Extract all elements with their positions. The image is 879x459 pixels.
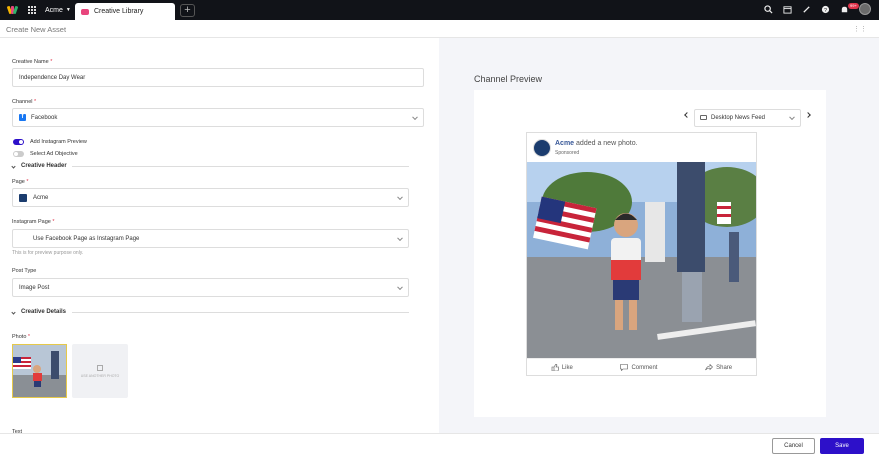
- post-header: Acme added a new photo.: [555, 140, 638, 147]
- divider: [72, 312, 409, 313]
- share-icon: [705, 364, 714, 371]
- user-avatar[interactable]: [859, 3, 871, 15]
- page-name: Acme: [555, 140, 575, 147]
- creative-name-input[interactable]: Independence Day Wear: [12, 68, 424, 87]
- page-select[interactable]: Acme: [12, 188, 409, 207]
- share-label: Share: [716, 364, 733, 371]
- thumbs-up-icon: [551, 364, 559, 371]
- post-image: [527, 162, 756, 358]
- share-button[interactable]: Share: [705, 364, 732, 371]
- label-text: Page: [12, 179, 25, 185]
- creative-header-section-toggle[interactable]: Creative Header: [11, 163, 67, 169]
- instagram-hint: This is for preview purpose only.: [12, 250, 84, 256]
- comment-button[interactable]: Comment: [620, 364, 657, 371]
- post-type-select[interactable]: Image Post: [12, 278, 409, 297]
- preview-title: Channel Preview: [474, 74, 543, 84]
- page-avatar: [533, 139, 551, 157]
- add-photo-label: USE ANOTHER PHOTO: [80, 373, 120, 378]
- add-tab-button[interactable]: +: [180, 4, 195, 17]
- drag-handle-icon[interactable]: ⋮⋮: [853, 25, 867, 33]
- chevron-down-icon: [397, 193, 403, 200]
- page-header: Create New Asset ⋮⋮: [0, 20, 879, 38]
- chevron-down-icon: [397, 234, 403, 241]
- chevron-down-icon: ▼: [65, 7, 71, 13]
- channel-select[interactable]: f Facebook: [12, 108, 424, 127]
- creative-header-title: Creative Header: [21, 163, 67, 169]
- apps-grid-icon[interactable]: [28, 5, 37, 15]
- acme-page-icon: [19, 193, 27, 202]
- select-objective-toggle[interactable]: [13, 151, 24, 157]
- creative-library-icon: [81, 8, 89, 15]
- add-photo-button[interactable]: USE ANOTHER PHOTO: [72, 344, 128, 398]
- post-action: added a new photo.: [576, 140, 638, 147]
- cancel-button[interactable]: Cancel: [772, 438, 815, 454]
- device-select[interactable]: Desktop News Feed: [694, 109, 801, 127]
- chevron-down-icon: [789, 114, 795, 121]
- required-mark: *: [50, 59, 53, 65]
- facebook-icon: f: [19, 114, 26, 121]
- footer-bar: [0, 433, 879, 459]
- post-actions: Like Comment Share: [527, 358, 756, 376]
- search-icon[interactable]: [764, 4, 773, 14]
- label-text: Photo: [12, 334, 27, 340]
- label-text: Instagram Page: [12, 219, 51, 225]
- add-instagram-toggle[interactable]: [13, 139, 24, 145]
- creative-name-label: Creative Name *: [12, 59, 52, 65]
- account-name: Acme: [45, 6, 63, 14]
- creative-name-value: Independence Day Wear: [19, 74, 86, 81]
- pencil-icon[interactable]: [802, 5, 811, 14]
- channel-value: Facebook: [31, 114, 58, 121]
- help-icon[interactable]: ?: [821, 5, 830, 14]
- page-label: Page *: [12, 179, 29, 185]
- sponsored-label: Sponsored: [555, 150, 580, 156]
- save-button[interactable]: Save: [820, 438, 864, 454]
- required-mark: *: [52, 219, 55, 225]
- creative-details-title: Creative Details: [21, 309, 67, 315]
- creative-details-section-toggle[interactable]: Creative Details: [11, 309, 67, 315]
- add-instagram-label: Add Instagram Preview: [30, 139, 87, 145]
- parade-photo: [527, 162, 756, 358]
- like-label: Like: [561, 364, 573, 371]
- image-icon: [97, 364, 103, 371]
- required-mark: *: [26, 179, 29, 185]
- label-text: Creative Name: [12, 59, 49, 65]
- comment-label: Comment: [631, 364, 658, 371]
- parade-photo-thumbnail: [13, 345, 66, 397]
- divider: [72, 166, 409, 167]
- like-button[interactable]: Like: [551, 364, 573, 371]
- svg-text:?: ?: [824, 7, 827, 13]
- required-mark: *: [34, 99, 37, 105]
- channel-label: Channel *: [12, 99, 36, 105]
- calendar-icon[interactable]: [783, 5, 792, 14]
- chevron-down-icon: [412, 113, 418, 120]
- comment-icon: [620, 364, 629, 371]
- tab-creative-library[interactable]: Creative Library: [75, 3, 175, 20]
- desktop-icon: [700, 115, 707, 120]
- page-title: Create New Asset: [6, 25, 67, 34]
- instagram-page-select[interactable]: Use Facebook Page as Instagram Page: [12, 229, 409, 248]
- chevron-down-icon: [397, 283, 403, 290]
- app-logo-icon[interactable]: [6, 5, 19, 15]
- photo-thumbnail[interactable]: [12, 344, 67, 398]
- label-text: Channel: [12, 99, 33, 105]
- photo-label: Photo *: [12, 334, 30, 340]
- page-value: Acme: [33, 194, 49, 201]
- tab-label: Creative Library: [94, 8, 144, 15]
- notification-badge: 99+: [848, 3, 859, 9]
- instagram-page-value: Use Facebook Page as Instagram Page: [33, 235, 140, 242]
- account-switcher[interactable]: Acme ▼: [45, 7, 71, 14]
- chevron-down-icon: [11, 309, 16, 315]
- chevron-down-icon: [11, 163, 16, 169]
- select-objective-label: Select Ad Objective: [30, 151, 78, 157]
- device-value: Desktop News Feed: [711, 115, 766, 121]
- instagram-page-label: Instagram Page *: [12, 219, 55, 225]
- required-mark: *: [27, 334, 31, 340]
- facebook-post-preview: Acme added a new photo. Sponsored Like C…: [526, 132, 757, 376]
- post-type-label: Post Type: [12, 268, 37, 274]
- post-type-value: Image Post: [19, 284, 50, 291]
